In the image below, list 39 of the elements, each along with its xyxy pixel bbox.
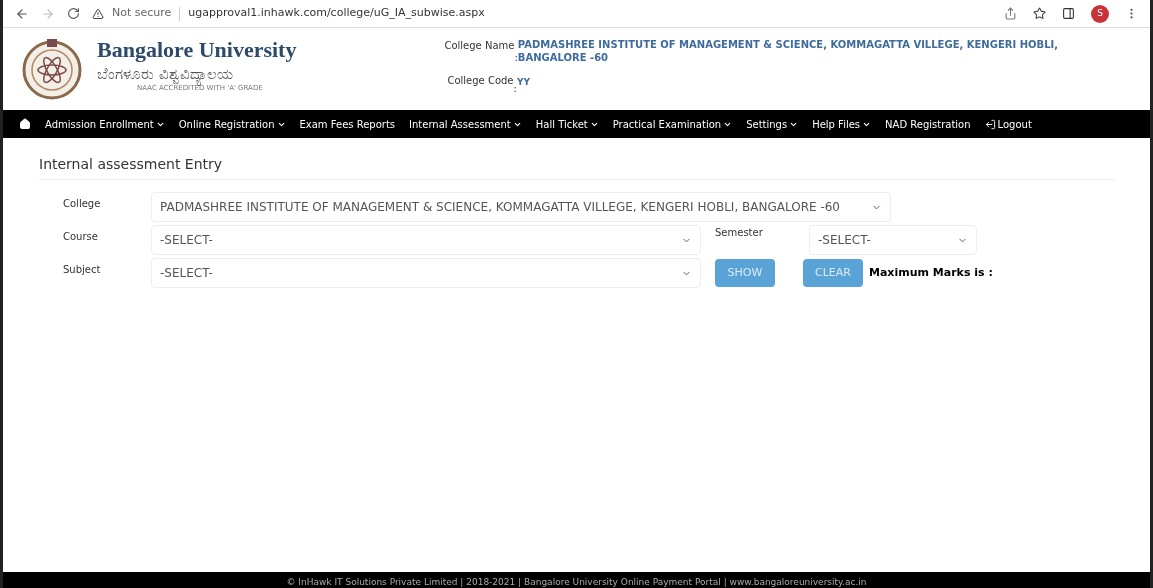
nav-menu-item[interactable]: Online Registration (178, 116, 286, 132)
nav-menu-item[interactable]: NAD Registration (885, 116, 971, 132)
nav-menu-item[interactable]: Admission Enrollment (45, 116, 165, 132)
course-label: Course (63, 230, 99, 244)
university-subtitle: ಬೆಂಗಳೂರು ವಿಶ್ವವಿದ್ಯಾಲಯ (97, 64, 297, 84)
star-icon[interactable] (1033, 7, 1046, 20)
logout-link[interactable]: Logout (984, 116, 1032, 132)
nav-menu-item[interactable]: Practical Examination (612, 116, 733, 132)
college-code-label: College Code (447, 74, 514, 88)
security-label: Not secure (112, 5, 172, 22)
semester-label: Semester (715, 226, 764, 240)
footer-text: © InHawk IT Solutions Private Limited | 2018-2021 | Bangalore University Online Payment Portal | www.bangaloreuniversity.ac.in (286, 577, 867, 588)
profile-avatar[interactable]: S (1091, 4, 1109, 23)
semester-select[interactable]: -SELECT- (809, 225, 977, 255)
nav-menu-item[interactable]: Help Files (812, 116, 872, 132)
nav-menu-item[interactable]: Exam Fees Reports (299, 116, 396, 132)
side-panel-icon[interactable] (1062, 7, 1075, 20)
reload-icon[interactable] (67, 7, 80, 20)
home-icon[interactable] (19, 118, 31, 130)
subject-select[interactable]: -SELECT- (151, 258, 701, 288)
college-label: College (63, 197, 102, 211)
share-icon[interactable] (1004, 7, 1017, 20)
maximum-marks-label: Maximum Marks is : (869, 264, 993, 281)
nav-menu-item[interactable]: Hall Ticket (535, 116, 599, 132)
college-code-value: YY (516, 76, 530, 89)
back-icon[interactable] (15, 6, 29, 21)
url-text[interactable]: ugapproval1.inhawk.com/college/uG_IA_subwise.aspx (188, 5, 485, 22)
university-title: Bangalore University (97, 36, 297, 64)
college-select[interactable]: PADMASHREE INSTITUTE OF MANAGEMENT & SCIENCE, KOMMAGATTA VILLEGE, KENGERI HOBLI, BANGALORE -60 (151, 192, 891, 222)
college-code-separator: : (513, 82, 517, 96)
nav-menu-item[interactable]: Internal Assessment (409, 116, 522, 132)
college-name-separator: : (514, 51, 518, 65)
college-name-label: College Name (444, 39, 515, 53)
page-title: Internal assessment Entry (39, 154, 1114, 180)
warning-icon (92, 7, 104, 20)
course-select[interactable]: -SELECT- (151, 225, 701, 255)
logout-icon (984, 118, 996, 130)
nav-menu-item[interactable]: Settings (746, 116, 799, 132)
subject-label: Subject (63, 263, 102, 277)
